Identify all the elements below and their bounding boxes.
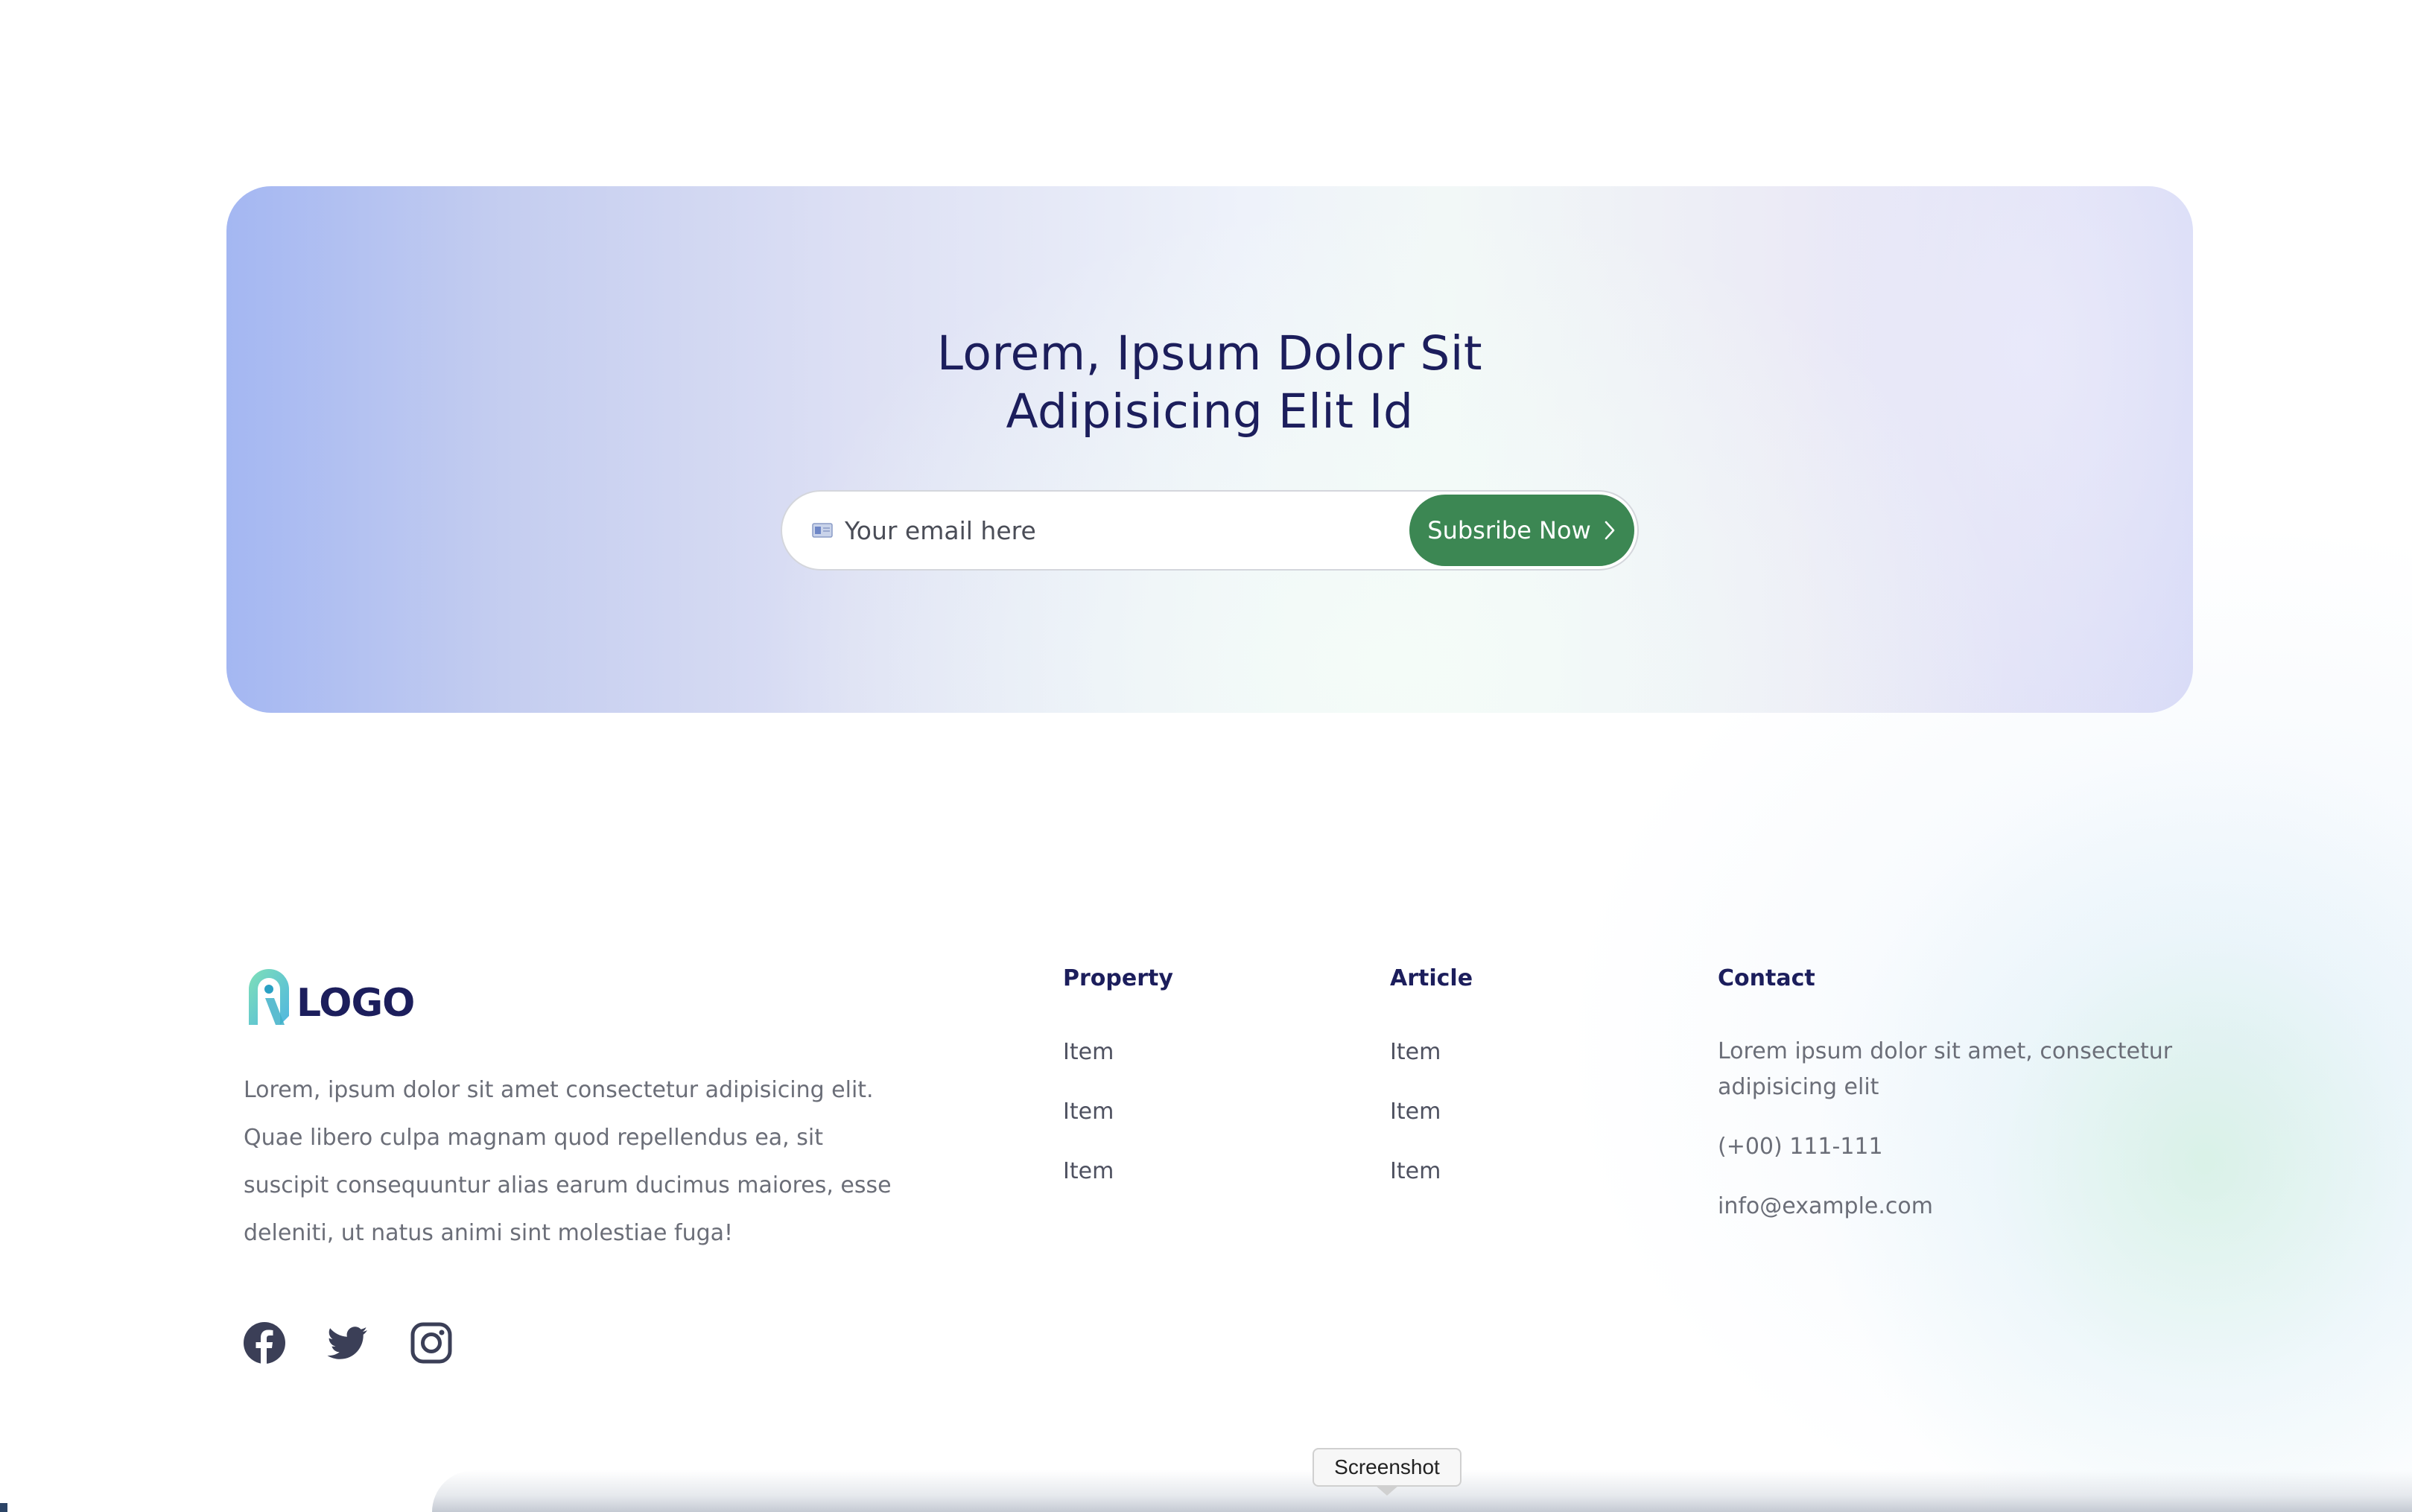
instagram-icon	[410, 1322, 452, 1364]
logo-mark-icon	[249, 969, 289, 1025]
property-link[interactable]: Item	[1063, 1153, 1114, 1213]
email-input[interactable]	[845, 509, 1381, 551]
property-link[interactable]: Item	[1063, 1093, 1114, 1153]
contact-address: Lorem ipsum dolor sit amet, consectetur …	[1718, 1038, 2173, 1100]
footer-logo[interactable]: LOGO	[243, 964, 415, 1026]
article-link[interactable]: Item	[1390, 1153, 1441, 1213]
article-link[interactable]: Item	[1390, 1034, 1441, 1093]
social-links	[243, 1321, 453, 1365]
page: Lorem, Ipsum Dolor Sit Adipisicing Elit …	[0, 0, 2412, 1512]
twitter-icon	[327, 1327, 367, 1359]
article-links: Item Item Item	[1390, 1034, 1441, 1213]
footer-about-text: Lorem, ipsum dolor sit amet consectetur …	[244, 1077, 892, 1246]
subscribe-form: Subsribe Now	[781, 490, 1639, 571]
screenshot-tooltip: Screenshot	[1313, 1448, 1462, 1487]
mail-icon	[812, 523, 833, 538]
chevron-right-icon	[1605, 521, 1615, 540]
property-links: Item Item Item	[1063, 1034, 1114, 1213]
subscribe-banner: Lorem, Ipsum Dolor Sit Adipisicing Elit …	[226, 186, 2193, 713]
tooltip-arrow-icon	[1375, 1485, 1399, 1496]
column-title-article: Article	[1390, 965, 1473, 991]
banner-title-line-1: Lorem, Ipsum Dolor Sit	[936, 326, 1483, 381]
contact-email[interactable]: info@example.com	[1718, 1189, 2209, 1224]
column-title-contact: Contact	[1718, 965, 1815, 991]
instagram-link[interactable]	[410, 1321, 453, 1365]
banner-title: Lorem, Ipsum Dolor Sit Adipisicing Elit …	[226, 325, 2193, 441]
subscribe-button-label: Subsribe Now	[1427, 516, 1591, 544]
facebook-link[interactable]	[243, 1321, 286, 1365]
twitter-link[interactable]	[326, 1321, 369, 1365]
property-link[interactable]: Item	[1063, 1034, 1114, 1093]
contact-info: Lorem ipsum dolor sit amet, consectetur …	[1718, 1034, 2209, 1248]
subscribe-button[interactable]: Subsribe Now	[1409, 495, 1634, 566]
contact-phone[interactable]: (+00) 111-111	[1718, 1129, 2209, 1165]
facebook-icon	[244, 1322, 285, 1364]
article-link[interactable]: Item	[1390, 1093, 1441, 1153]
corner-marker	[0, 1503, 7, 1512]
column-title-property: Property	[1063, 965, 1173, 991]
banner-title-line-2: Adipisicing Elit Id	[1006, 384, 1414, 439]
logo-text: LOGO	[296, 981, 415, 1026]
